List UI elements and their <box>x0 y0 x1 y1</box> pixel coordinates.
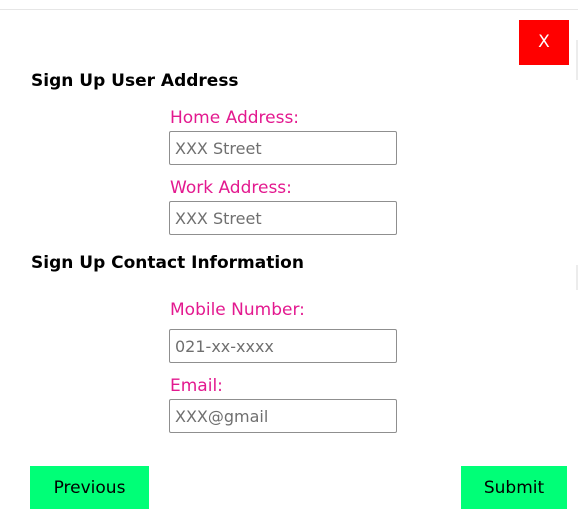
signup-dialog: X Sign Up User Address Home Address: Wor… <box>0 0 578 509</box>
home-address-label: Home Address: <box>170 108 300 128</box>
previous-button[interactable]: Previous <box>30 466 149 509</box>
mobile-number-input[interactable] <box>169 329 397 363</box>
email-input[interactable] <box>169 399 397 433</box>
address-section-title: Sign Up User Address <box>31 71 239 91</box>
submit-button[interactable]: Submit <box>461 466 567 509</box>
top-divider <box>0 9 578 10</box>
mobile-number-label: Mobile Number: <box>170 300 305 320</box>
work-address-input[interactable] <box>169 201 397 235</box>
home-address-input[interactable] <box>169 131 397 165</box>
close-button[interactable]: X <box>519 20 569 65</box>
email-label: Email: <box>170 376 223 396</box>
work-address-label: Work Address: <box>170 178 292 198</box>
contact-section-title: Sign Up Contact Information <box>31 253 304 273</box>
